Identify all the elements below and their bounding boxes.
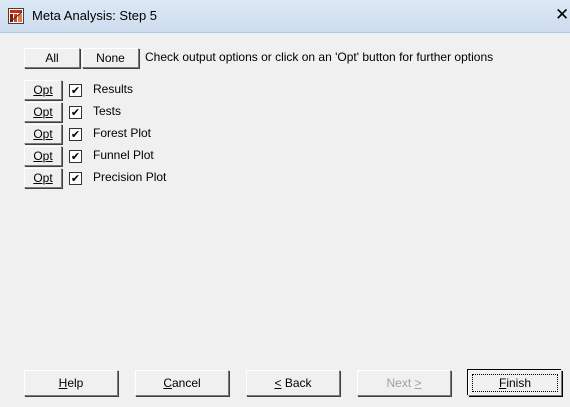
app-icon [8, 8, 24, 24]
help-label-suffix: elp [67, 375, 84, 390]
next-button[interactable]: Next > [357, 370, 451, 396]
option-label-tests: Tests [93, 104, 122, 118]
back-button[interactable]: < Back [246, 370, 340, 396]
opt-button-funnel-plot[interactable]: Opt [24, 146, 62, 166]
opt-button-label: Opt [33, 126, 53, 141]
next-label-prefix: Next [386, 375, 415, 390]
cancel-label-suffix: ancel [171, 375, 201, 390]
option-label-precision-plot: Precision Plot [93, 170, 167, 184]
checkbox-forest-plot[interactable]: ✔ [69, 128, 82, 141]
instruction-text: Check output options or click on an 'Opt… [145, 50, 494, 64]
finish-button[interactable]: Finish [468, 370, 562, 396]
back-label-mnemonic: < [274, 375, 282, 390]
all-button[interactable]: All [24, 48, 80, 68]
meta-analysis-dialog: Meta Analysis: Step 5 ✕ All None Check o… [0, 0, 570, 407]
help-button[interactable]: Help [24, 370, 118, 396]
opt-button-results[interactable]: Opt [24, 80, 62, 100]
cancel-button[interactable]: Cancel [135, 370, 229, 396]
option-label-funnel-plot: Funnel Plot [93, 148, 154, 162]
back-label-suffix: Back [281, 375, 312, 390]
next-label-mnemonic: > [414, 375, 422, 390]
opt-button-label: Opt [33, 170, 53, 185]
opt-button-tests[interactable]: Opt [24, 102, 62, 122]
option-label-forest-plot: Forest Plot [93, 126, 152, 140]
opt-button-label: Opt [33, 104, 53, 119]
checkbox-tests[interactable]: ✔ [69, 106, 82, 119]
none-button[interactable]: None [82, 48, 139, 68]
opt-button-precision-plot[interactable]: Opt [24, 168, 62, 188]
opt-button-label: Opt [33, 148, 53, 163]
checkbox-funnel-plot[interactable]: ✔ [69, 150, 82, 163]
close-icon[interactable]: ✕ [555, 5, 569, 25]
checkbox-results[interactable]: ✔ [69, 84, 82, 97]
title-bar[interactable]: Meta Analysis: Step 5 ✕ [0, 0, 570, 33]
checkbox-precision-plot[interactable]: ✔ [69, 172, 82, 185]
opt-button-label: Opt [33, 82, 53, 97]
cancel-label-mnemonic: C [163, 375, 172, 390]
option-label-results: Results [93, 82, 134, 96]
finish-label-suffix: inish [506, 375, 532, 390]
opt-button-forest-plot[interactable]: Opt [24, 124, 62, 144]
window-title: Meta Analysis: Step 5 [32, 8, 158, 23]
